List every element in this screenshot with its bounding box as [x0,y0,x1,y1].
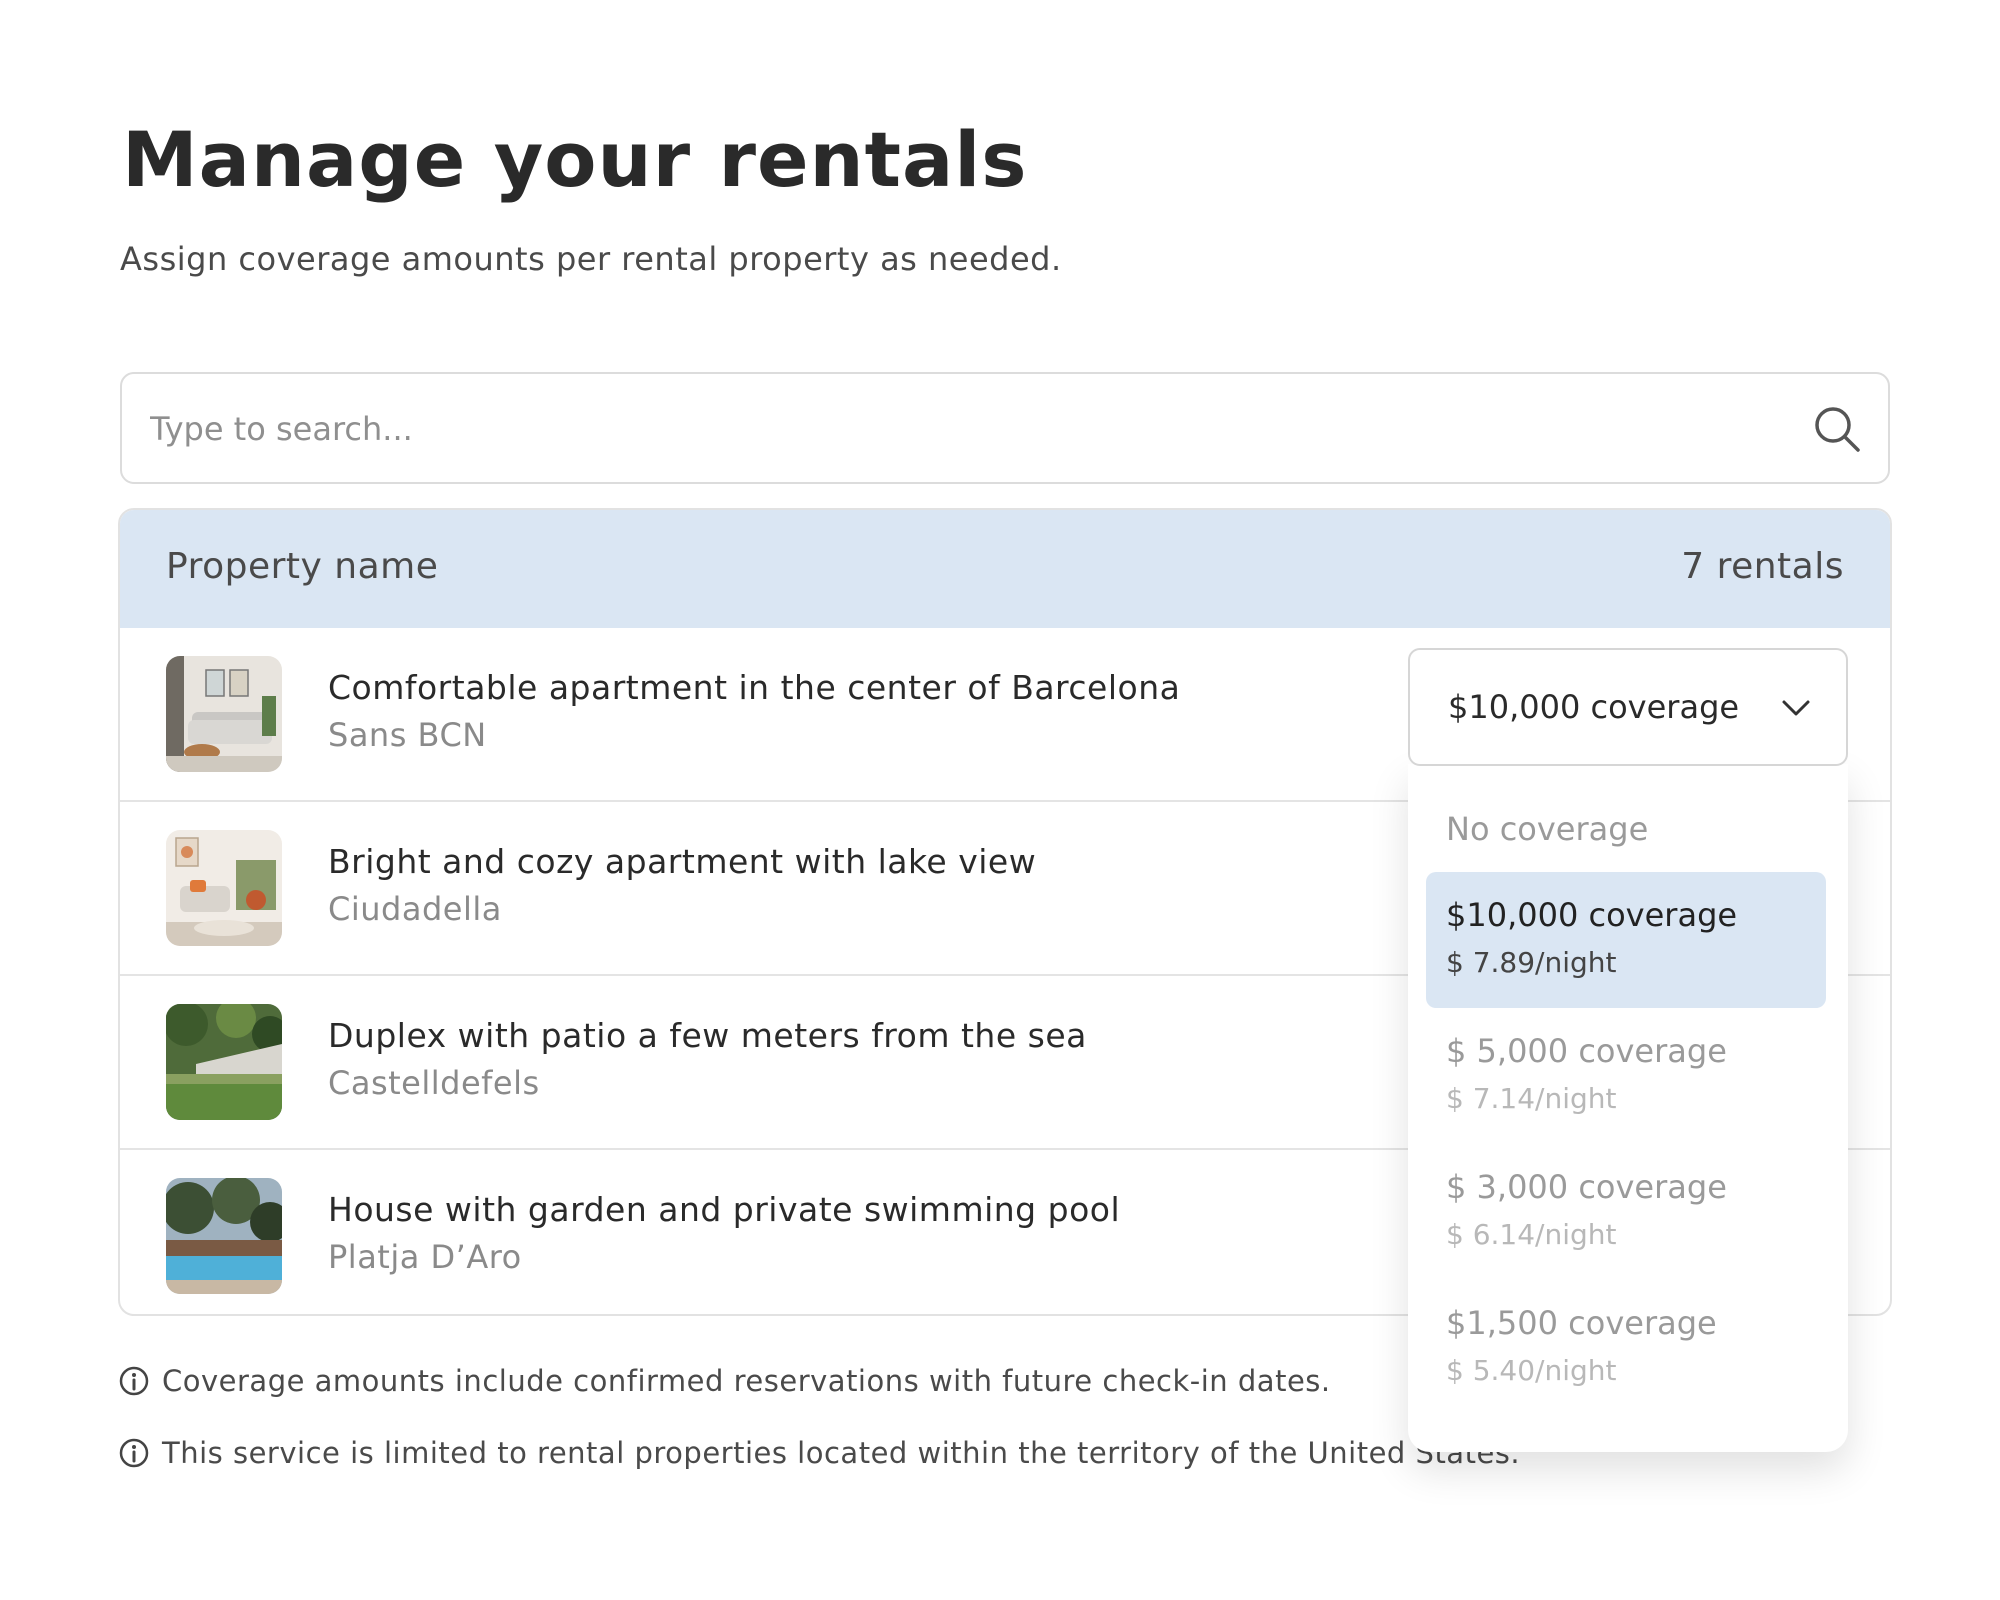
option-label: No coverage [1446,810,1649,848]
option-price: $ 7.14/night [1446,1082,1617,1115]
property-name[interactable]: Duplex with patio a few meters from the … [328,1016,1087,1055]
coverage-select-value: $10,000 coverage [1448,688,1740,726]
option-price: $ 6.14/night [1446,1218,1617,1251]
patio-garden-photo [166,1004,282,1120]
coverage-option-5000[interactable]: $ 5,000 coverage $ 7.14/night [1426,1010,1826,1146]
property-name[interactable]: House with garden and private swimming p… [328,1190,1120,1229]
chevron-down-icon [1782,700,1810,716]
search-box [120,372,1890,484]
living-room-photo [166,656,282,772]
property-name[interactable]: Bright and cozy apartment with lake view [328,842,1036,881]
option-label: $1,500 coverage [1446,1304,1717,1342]
column-header-property-name[interactable]: Property name [166,546,438,587]
property-thumbnail [166,656,282,772]
search-icon[interactable] [1812,404,1862,454]
option-price: $ 7.89/night [1446,946,1617,979]
note-text: This service is limited to rental proper… [162,1436,1521,1470]
option-price: $ 5.40/night [1446,1354,1617,1387]
note-text: Coverage amounts include confirmed reser… [162,1364,1331,1398]
option-label: $10,000 coverage [1446,896,1738,934]
coverage-option-10000[interactable]: $10,000 coverage $ 7.89/night [1426,872,1826,1008]
property-name[interactable]: Comfortable apartment in the center of B… [328,668,1180,707]
coverage-option-3000[interactable]: $ 3,000 coverage $ 6.14/night [1426,1148,1826,1284]
info-icon [119,1366,149,1396]
coverage-option-1500[interactable]: $1,500 coverage $ 5.40/night [1426,1286,1826,1422]
property-location: Platja D’Aro [328,1238,522,1276]
info-note: Coverage amounts include confirmed reser… [118,1362,1331,1398]
option-label: $ 3,000 coverage [1446,1168,1727,1206]
property-thumbnail [166,1004,282,1120]
property-location: Castelldefels [328,1064,540,1102]
rental-count: 7 rentals [1681,546,1844,587]
pool-photo [166,1178,282,1294]
table-header: Property name 7 rentals [120,510,1890,628]
page-title: Manage your rentals [122,115,1028,204]
coverage-dropdown: No coverage $10,000 coverage $ 7.89/nigh… [1408,764,1848,1452]
property-thumbnail [166,830,282,946]
page-subtitle: Assign coverage amounts per rental prope… [120,240,1062,278]
bright-living-room-photo [166,830,282,946]
coverage-option-none[interactable]: No coverage [1426,788,1826,868]
info-note: This service is limited to rental proper… [118,1434,1520,1470]
property-location: Sans BCN [328,716,487,754]
info-icon [119,1438,149,1468]
property-thumbnail [166,1178,282,1294]
property-location: Ciudadella [328,890,502,928]
coverage-select[interactable]: $10,000 coverage [1408,648,1848,766]
search-input[interactable] [148,374,1792,484]
option-label: $ 5,000 coverage [1446,1032,1727,1070]
